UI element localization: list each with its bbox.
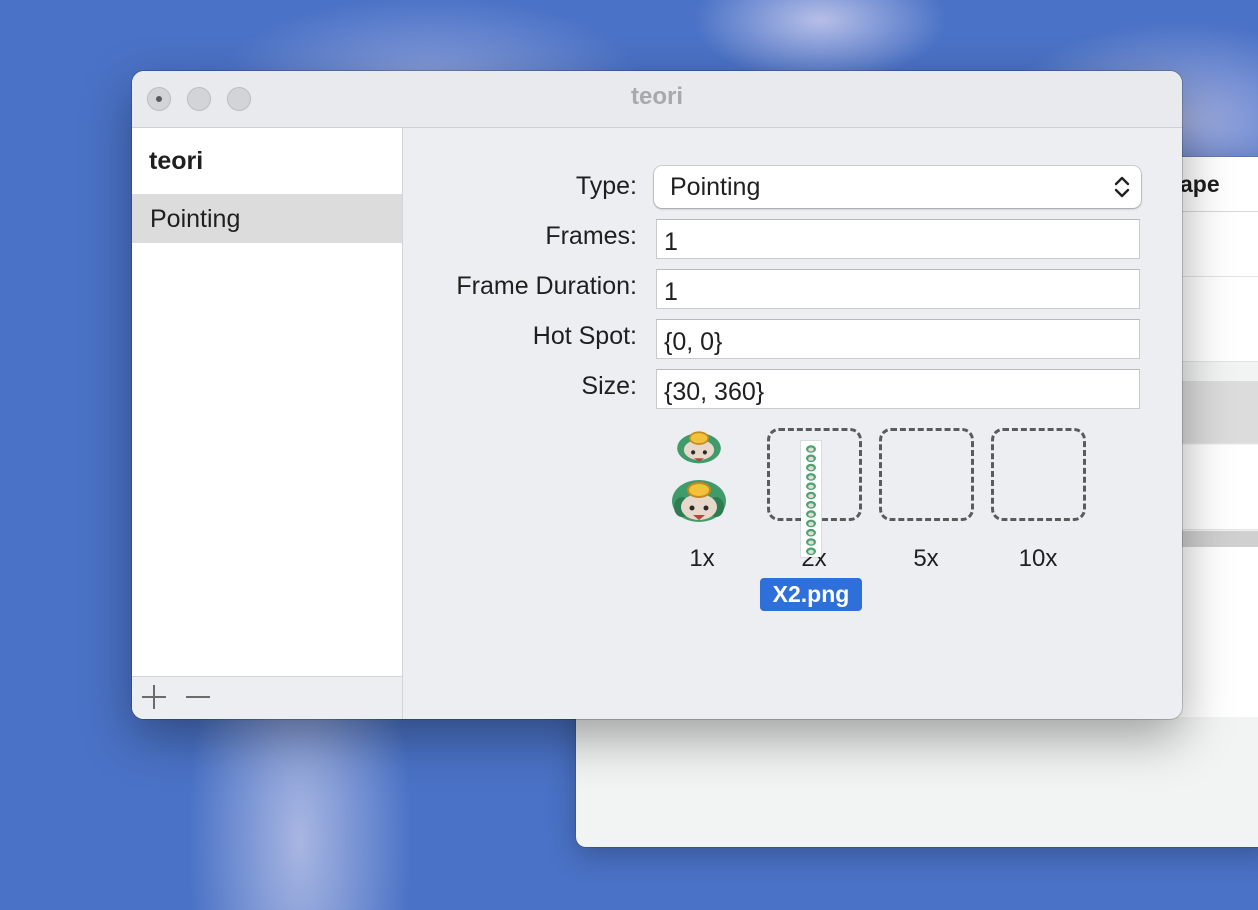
strip-sprite-face [808, 512, 814, 517]
sidebar: teori Pointing [132, 128, 403, 719]
frames-field-value: 1 [664, 228, 678, 256]
cursor-sprite-image[interactable] [670, 475, 728, 525]
frames-label: Frames: [545, 222, 637, 250]
image-well-10x[interactable] [991, 428, 1086, 521]
dragged-filename-badge: X2.png [760, 578, 862, 611]
dragged-sprite-strip[interactable] [801, 441, 821, 557]
title-bar[interactable]: teori [132, 71, 1182, 128]
size-field[interactable]: {30, 360} [656, 369, 1140, 409]
window-title: teori [630, 83, 683, 110]
add-button[interactable] [142, 685, 166, 709]
strip-sprite-face [808, 503, 814, 508]
size-field-value: {30, 360} [664, 378, 765, 406]
type-select[interactable]: Pointing [654, 166, 1141, 208]
sidebar-item-pointing[interactable]: Pointing [132, 194, 402, 243]
image-well-5x[interactable] [879, 428, 974, 521]
background-column-header: ape [1180, 171, 1220, 197]
strip-sprite-face [808, 549, 814, 554]
chevron-up-down-icon [1114, 176, 1130, 198]
strip-sprite-face [808, 494, 814, 498]
sidebar-footer [132, 676, 402, 719]
strip-sprite-face [808, 475, 814, 480]
scale-label-5x: 5x [913, 545, 939, 572]
frame-duration-field[interactable]: 1 [656, 269, 1140, 309]
strip-sprite-face [808, 466, 814, 471]
frame-duration-label: Frame Duration: [456, 272, 637, 300]
scale-label-1x: 1x [689, 545, 715, 572]
cursor-sprite-image[interactable] [670, 423, 728, 465]
strip-sprite-face [808, 456, 814, 461]
strip-sprite-face [808, 531, 814, 536]
size-label: Size: [581, 372, 637, 400]
strip-sprite-face [808, 447, 814, 452]
type-select-value: Pointing [670, 173, 761, 201]
strip-sprite-face [808, 484, 814, 489]
hot-spot-label: Hot Spot: [532, 322, 637, 350]
main-window: teori teori Pointing Type: Pointing Fram… [132, 71, 1182, 719]
type-label: Type: [575, 172, 637, 200]
strip-sprite-face [808, 521, 814, 526]
remove-button[interactable] [186, 685, 210, 709]
scale-label-10x: 10x [1018, 545, 1058, 572]
frame-duration-field-value: 1 [664, 278, 678, 306]
hot-spot-field[interactable]: {0, 0} [656, 319, 1140, 359]
sidebar-item-label: Pointing [150, 205, 241, 233]
sidebar-header: teori [149, 147, 204, 175]
frames-field[interactable]: 1 [656, 219, 1140, 259]
strip-sprite-face [808, 540, 814, 545]
hot-spot-field-value: {0, 0} [664, 328, 723, 356]
